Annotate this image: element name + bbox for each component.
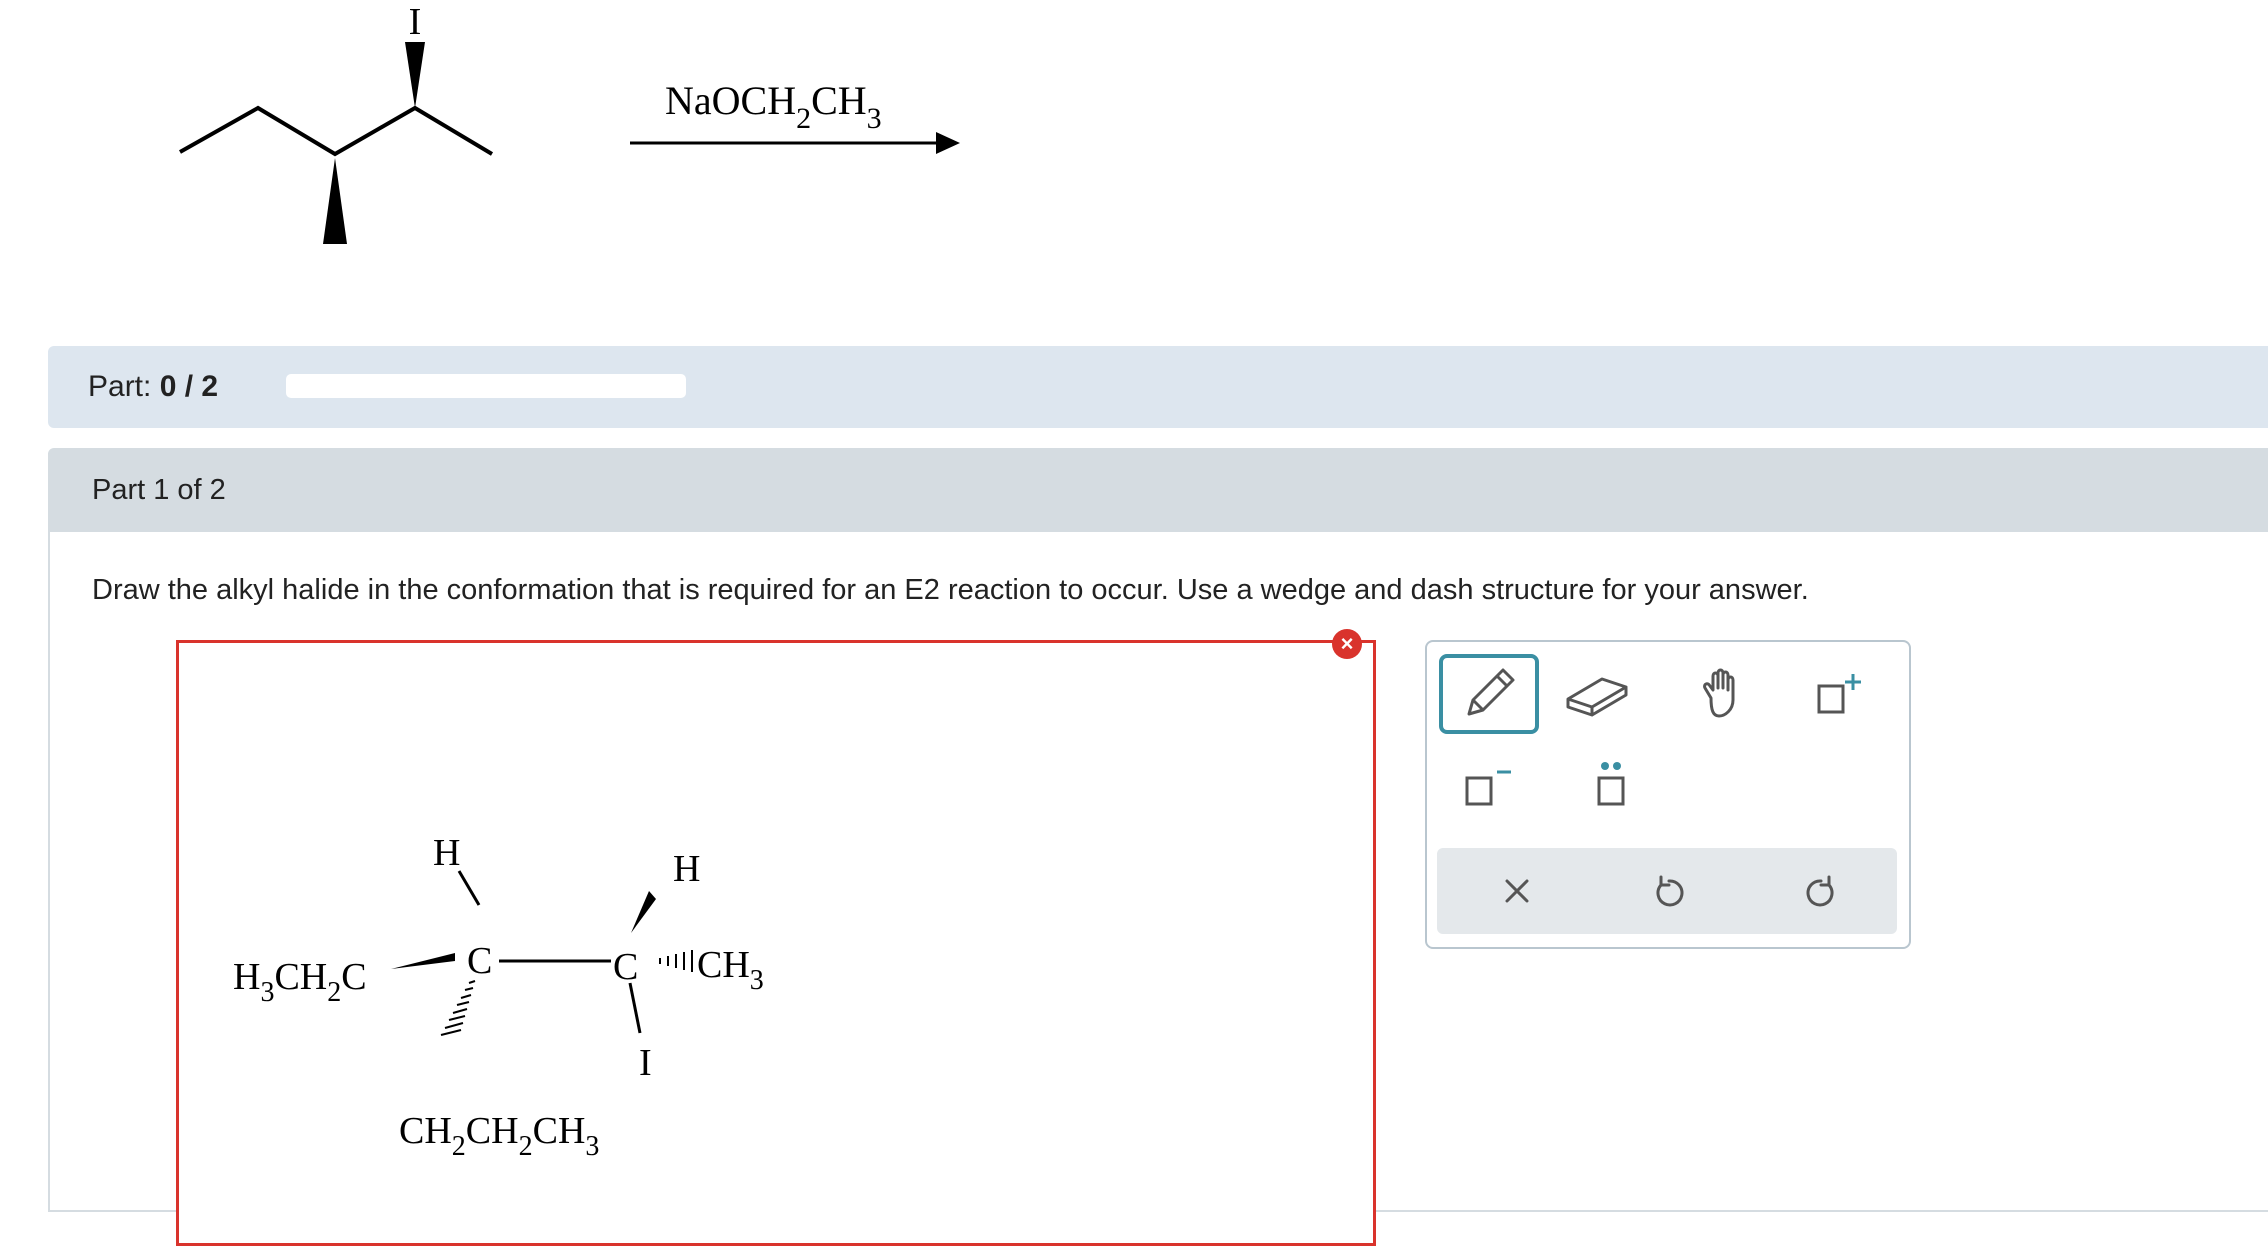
bond-h-left[interactable] (457, 870, 481, 906)
eraser-icon (1566, 677, 1628, 717)
lone-pair-tool-button[interactable] (1561, 746, 1661, 826)
starting-material-skeleton (179, 105, 494, 157)
eraser-tool-button[interactable] (1547, 654, 1647, 734)
atom-iodine[interactable]: I (639, 1042, 652, 1084)
progress-track (286, 374, 686, 398)
bond-c-i[interactable] (628, 982, 642, 1034)
atom-c-left[interactable]: C (467, 940, 492, 982)
iodine-label: I (409, 1, 422, 43)
atom-h-left[interactable]: H (433, 832, 460, 874)
hand-icon (1703, 668, 1735, 718)
pencil-tool-button[interactable] (1439, 654, 1539, 734)
pencil-icon (1467, 668, 1515, 716)
charge-plus-icon (1817, 674, 1861, 714)
drawn-molecule[interactable]: H H C C I H3CH2C CH3 CH2CH2CH3 (179, 643, 1373, 1203)
group-propyl-bottom[interactable]: CH2CH2CH3 (399, 1110, 599, 1162)
reagent-label: NaOCH2CH3 (665, 78, 882, 135)
part-progress-bar: Part: 0 / 2 (48, 346, 2268, 428)
atom-h-right[interactable]: H (673, 848, 700, 890)
wedge-bond-methyl (323, 158, 347, 244)
dash-bond-methyl[interactable] (659, 950, 693, 972)
drawing-canvas[interactable]: H H C C I H3CH2C CH3 CH2CH2CH3 (176, 640, 1376, 1246)
drawing-toolbar (1425, 640, 1911, 949)
hand-tool-button[interactable] (1673, 654, 1773, 734)
part-header: Part 1 of 2 (50, 450, 2268, 532)
undo-icon (1656, 875, 1684, 907)
lone-pair-icon (1597, 762, 1625, 806)
part-progress-label: Part: 0 / 2 (88, 370, 219, 403)
negative-charge-tool-button[interactable] (1439, 746, 1539, 826)
part-progress-value: 0 / 2 (159, 370, 219, 403)
charge-minus-icon (1465, 770, 1511, 806)
dash-bond-propyl[interactable] (440, 980, 476, 1036)
wedge-bond-iodine (405, 42, 425, 108)
redo-button[interactable] (1781, 858, 1861, 924)
question-text: Draw the alkyl halide in the conformatio… (92, 574, 1809, 606)
group-ethyl-left[interactable]: H3CH2C (233, 956, 367, 1008)
redo-icon (1806, 875, 1834, 907)
clear-icon (1505, 879, 1529, 903)
reaction-scheme: I NaOCH2CH3 (179, 1, 960, 244)
reaction-arrow-head (936, 132, 960, 154)
clear-button[interactable] (1477, 858, 1557, 924)
wedge-bond-h-right[interactable] (631, 891, 656, 933)
positive-charge-tool-button[interactable] (1789, 654, 1889, 734)
atom-c-right[interactable]: C (613, 946, 638, 988)
undo-button[interactable] (1629, 858, 1709, 924)
action-bar (1437, 848, 1897, 934)
error-close-icon[interactable]: × (1332, 629, 1362, 659)
part-header-label: Part 1 of 2 (92, 474, 226, 506)
group-methyl-right[interactable]: CH3 (697, 944, 764, 996)
wedge-bond-ethyl[interactable] (391, 953, 455, 969)
